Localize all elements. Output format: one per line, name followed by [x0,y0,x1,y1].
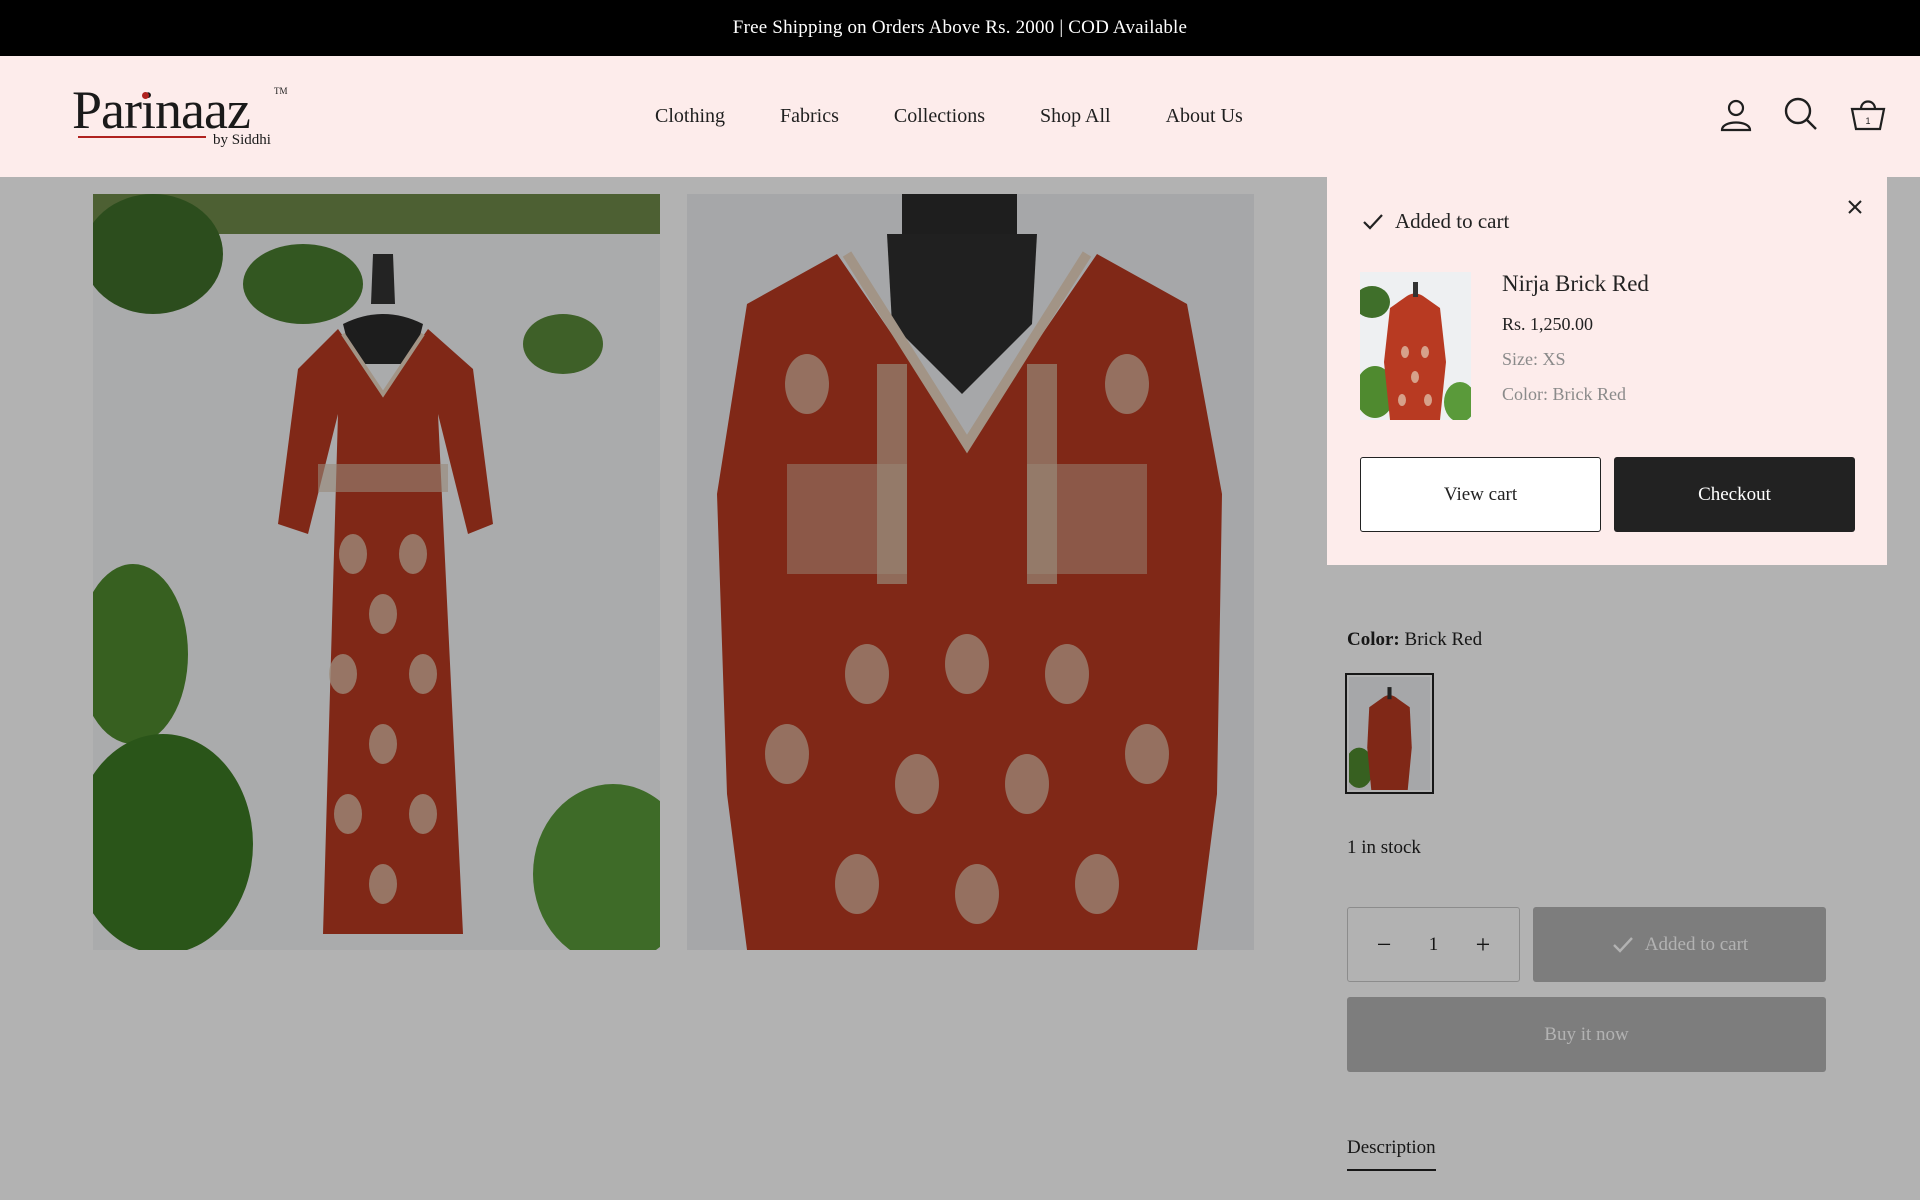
nav-item-about-us[interactable]: About Us [1166,105,1243,128]
cart-item-color: Color: Brick Red [1502,384,1626,404]
search-icon[interactable] [1783,96,1819,132]
account-icon[interactable] [1718,96,1754,132]
cart-icon[interactable]: 1 [1850,96,1886,132]
cart-item-size: Size: XS [1502,349,1566,369]
brand-name: Parinaaz [72,80,251,140]
logo-underline [78,136,206,138]
checkout-button[interactable]: Checkout [1614,457,1855,532]
checkout-label: Checkout [1698,483,1771,505]
brand-logo[interactable]: Parinaaz TM by Siddhi [72,80,292,156]
cart-notification: Added to cart Nirja Brick Red Rs. 1,250.… [1327,177,1887,565]
close-icon[interactable] [1845,197,1865,217]
cart-item-price: Rs. 1,250.00 [1502,314,1594,334]
main-nav: Clothing Fabrics Collections Shop All Ab… [655,56,1243,177]
nav-item-fabrics[interactable]: Fabrics [780,105,839,128]
cart-notification-heading: Added to cart [1361,209,1509,234]
nav-item-clothing[interactable]: Clothing [655,105,725,128]
announcement-bar: Free Shipping on Orders Above Rs. 2000 |… [0,0,1920,56]
check-icon [1363,213,1383,230]
cart-item-name: Nirja Brick Red [1502,271,1649,296]
brand-trademark: TM [274,86,288,96]
nav-item-collections[interactable]: Collections [894,105,985,128]
header-icons: 1 [1680,56,1920,177]
cart-notification-heading-text: Added to cart [1395,209,1510,233]
brand-tagline: by Siddhi [213,132,271,148]
site-header: Parinaaz TM by Siddhi Clothing Fabrics C… [0,56,1920,177]
view-cart-button[interactable]: View cart [1360,457,1601,532]
view-cart-label: View cart [1443,483,1518,505]
announcement-text: Free Shipping on Orders Above Rs. 2000 |… [732,17,1188,38]
logo-dot [142,92,149,99]
nav-item-shop-all[interactable]: Shop All [1040,105,1111,128]
cart-count: 1 [1865,116,1870,126]
cart-item-thumbnail [1360,272,1471,420]
